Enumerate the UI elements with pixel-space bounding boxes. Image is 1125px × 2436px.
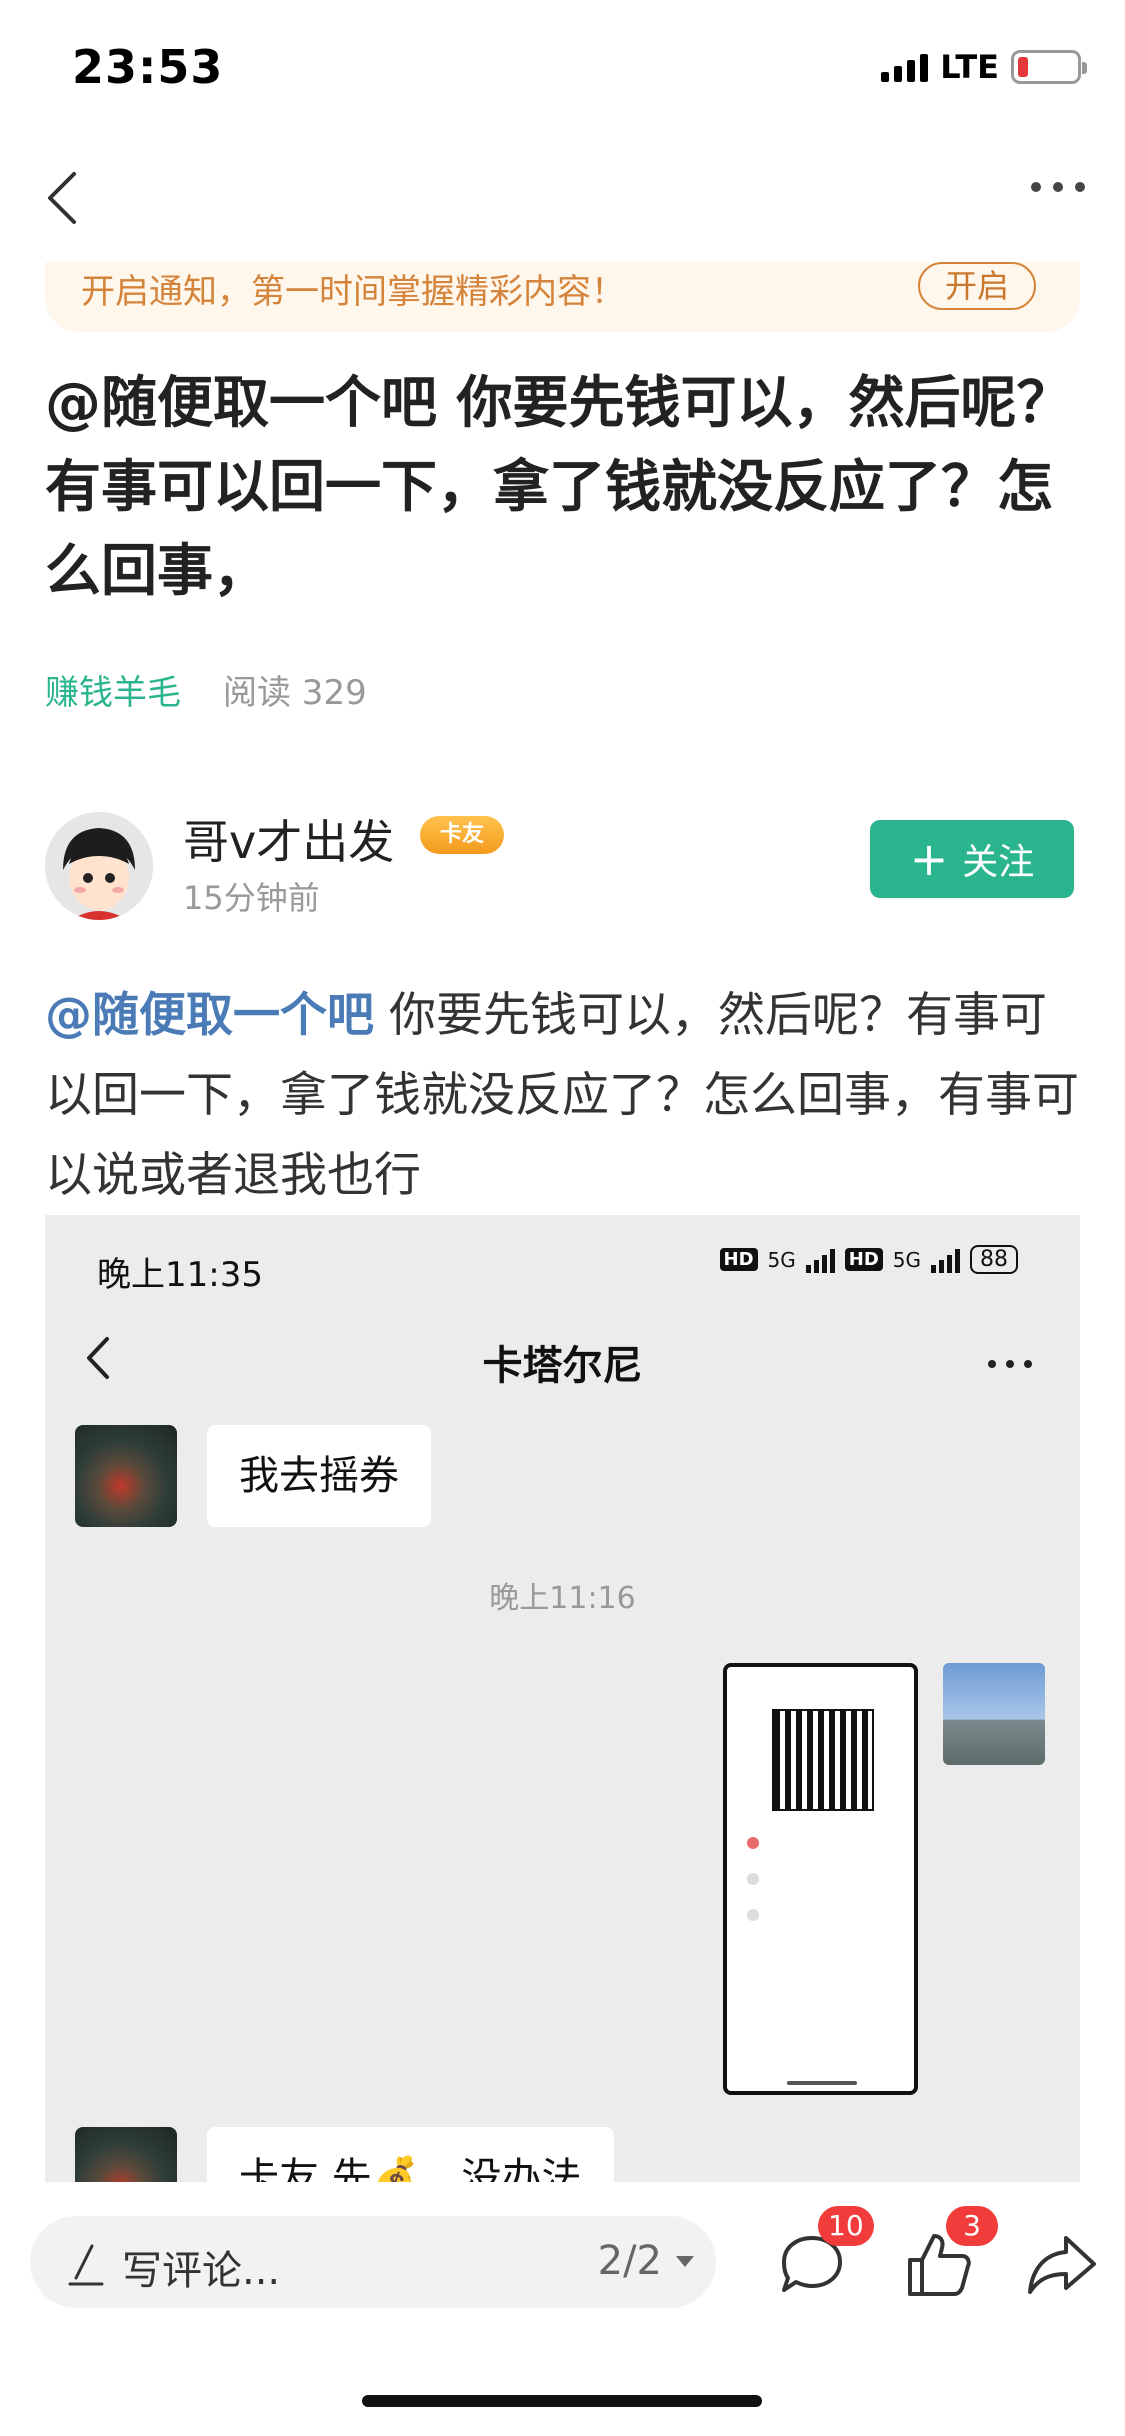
net-label: 5G	[892, 1247, 921, 1272]
caret-down-icon	[676, 2256, 694, 2267]
network-type: LTE	[940, 48, 999, 86]
post-meta: 赚钱羊毛 阅读 329	[45, 665, 367, 714]
battery-icon	[1011, 50, 1087, 84]
follow-button[interactable]: + 关注	[870, 820, 1074, 898]
plus-icon: +	[909, 832, 949, 886]
screenshot-status-icons: HD 5G HD 5G 88	[719, 1245, 1018, 1274]
notification-text: 开启通知，第一时间掌握精彩内容！	[81, 272, 625, 312]
hd-icon: HD	[719, 1248, 758, 1271]
status-time: 23:53	[72, 40, 224, 94]
author-name[interactable]: 哥v才出发	[183, 806, 394, 872]
page-indicator[interactable]: 2/2	[598, 2238, 662, 2284]
hd-icon: HD	[844, 1248, 883, 1271]
enable-notification-button[interactable]: 开启	[918, 262, 1036, 310]
more-options-icon	[988, 1360, 1032, 1368]
image-message-photo	[943, 1663, 1045, 1765]
post-body: @随便取一个吧 你要先钱可以，然后呢？有事可以回一下，拿了钱就没反应了？怎么回事…	[45, 976, 1085, 1216]
chat-avatar	[75, 1425, 177, 1527]
notification-banner: 开启通知，第一时间掌握精彩内容！ 开启	[45, 262, 1080, 332]
screenshot-status-time: 晚上11:35	[97, 1255, 263, 1295]
battery-level: 88	[970, 1245, 1018, 1274]
home-indicator	[362, 2395, 762, 2407]
attached-screenshot[interactable]: 晚上11:35 HD 5G HD 5G 88 卡塔尔尼 我去摇券 晚上11:16…	[45, 1215, 1080, 2182]
back-arrow-icon[interactable]	[36, 168, 96, 228]
chat-timestamp: 晚上11:16	[489, 1581, 636, 1616]
signal-icon	[881, 52, 929, 82]
post-title: @随便取一个吧 你要先钱可以，然后呢？有事可以回一下，拿了钱就没反应了？怎么回事…	[45, 371, 1073, 604]
pen-icon	[68, 2244, 104, 2286]
like-count-badge: 3	[946, 2206, 998, 2246]
status-icons: LTE	[881, 48, 1087, 86]
card-friend-badge: 卡友	[420, 816, 504, 854]
mention-link[interactable]: @随便取一个吧	[45, 988, 374, 1043]
author-avatar[interactable]	[45, 812, 153, 920]
chat-message: 我去摇券	[207, 1425, 431, 1527]
qr-code-icon	[772, 1709, 874, 1811]
status-bar: 23:53 LTE	[0, 0, 1125, 135]
signal-icon	[931, 1247, 960, 1273]
comment-count-badge: 10	[818, 2206, 874, 2246]
comment-input[interactable]: 写评论... 2/2	[30, 2216, 716, 2308]
chat-message: 卡友 先💰，没办法	[207, 2127, 614, 2182]
read-count: 阅读 329	[223, 673, 367, 713]
top-nav	[0, 150, 1125, 250]
post-time: 15分钟前	[183, 879, 320, 917]
chat-title: 卡塔尔尼	[482, 1343, 643, 1389]
chat-avatar	[75, 2127, 177, 2182]
more-options-icon[interactable]	[1031, 182, 1085, 192]
post-category-link[interactable]: 赚钱羊毛	[45, 665, 181, 714]
share-icon[interactable]	[1022, 2224, 1102, 2304]
signal-icon	[805, 1247, 835, 1273]
comment-placeholder: 写评论...	[122, 2248, 281, 2294]
follow-label: 关注	[962, 842, 1035, 883]
image-message-qr	[723, 1663, 918, 2095]
net-label: 5G	[767, 1247, 796, 1272]
